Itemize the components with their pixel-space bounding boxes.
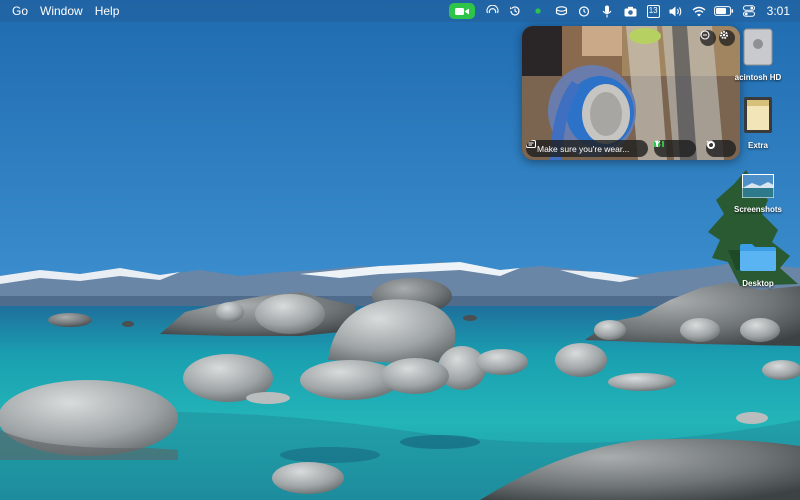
volume-icon[interactable]: [667, 0, 685, 22]
status-area: 13 3:01: [448, 0, 800, 22]
reactions-icon[interactable]: [700, 30, 716, 46]
control-center-icon[interactable]: [740, 0, 758, 22]
green-dot-icon: [529, 0, 547, 22]
desktop-icon-label: Extra: [747, 141, 768, 150]
caption-text: Make sure you're wear...: [537, 143, 630, 154]
calendar-icon[interactable]: 13: [644, 0, 662, 22]
camera-icon[interactable]: [621, 0, 639, 22]
sync-icon[interactable]: [552, 0, 570, 22]
desktop-icon-screenshots[interactable]: Screenshots: [722, 174, 794, 214]
menu-help[interactable]: Help: [89, 0, 126, 22]
airplay-icon[interactable]: [483, 0, 501, 22]
disk-image-icon: [743, 96, 773, 139]
desktop-icon-extra[interactable]: Extra: [722, 96, 794, 150]
timer-icon[interactable]: [575, 0, 593, 22]
microphone-level-button[interactable]: [654, 140, 696, 157]
menu-bar: Go Window Help 13 3:01: [0, 0, 800, 22]
desktop-icon-desktop[interactable]: Desktop: [722, 242, 794, 288]
desktop-icon-label: Desktop: [742, 279, 774, 288]
facetime-camera-icon[interactable]: [448, 3, 475, 19]
folder-icon: [739, 242, 777, 277]
hard-drive-icon: [743, 28, 773, 71]
wifi-icon[interactable]: [690, 0, 708, 22]
menu-go[interactable]: Go: [6, 0, 34, 22]
calendar-day: 13: [646, 4, 660, 18]
camera-preview-window[interactable]: Make sure you're wear...: [522, 26, 740, 160]
caption-pill[interactable]: Make sure you're wear...: [526, 140, 648, 157]
menu-window[interactable]: Window: [34, 0, 89, 22]
desktop-icon-label: Screenshots: [733, 205, 783, 214]
desktop-icon-label: acintosh HD: [734, 73, 782, 82]
menubar-clock[interactable]: 3:01: [761, 4, 800, 18]
battery-icon[interactable]: [713, 0, 735, 22]
desktop-icon-macintosh-hd[interactable]: acintosh HD: [722, 28, 794, 82]
screenshot-thumbnail-icon: [742, 174, 774, 203]
time-machine-icon[interactable]: [506, 0, 524, 22]
microphone-icon[interactable]: [598, 0, 616, 22]
